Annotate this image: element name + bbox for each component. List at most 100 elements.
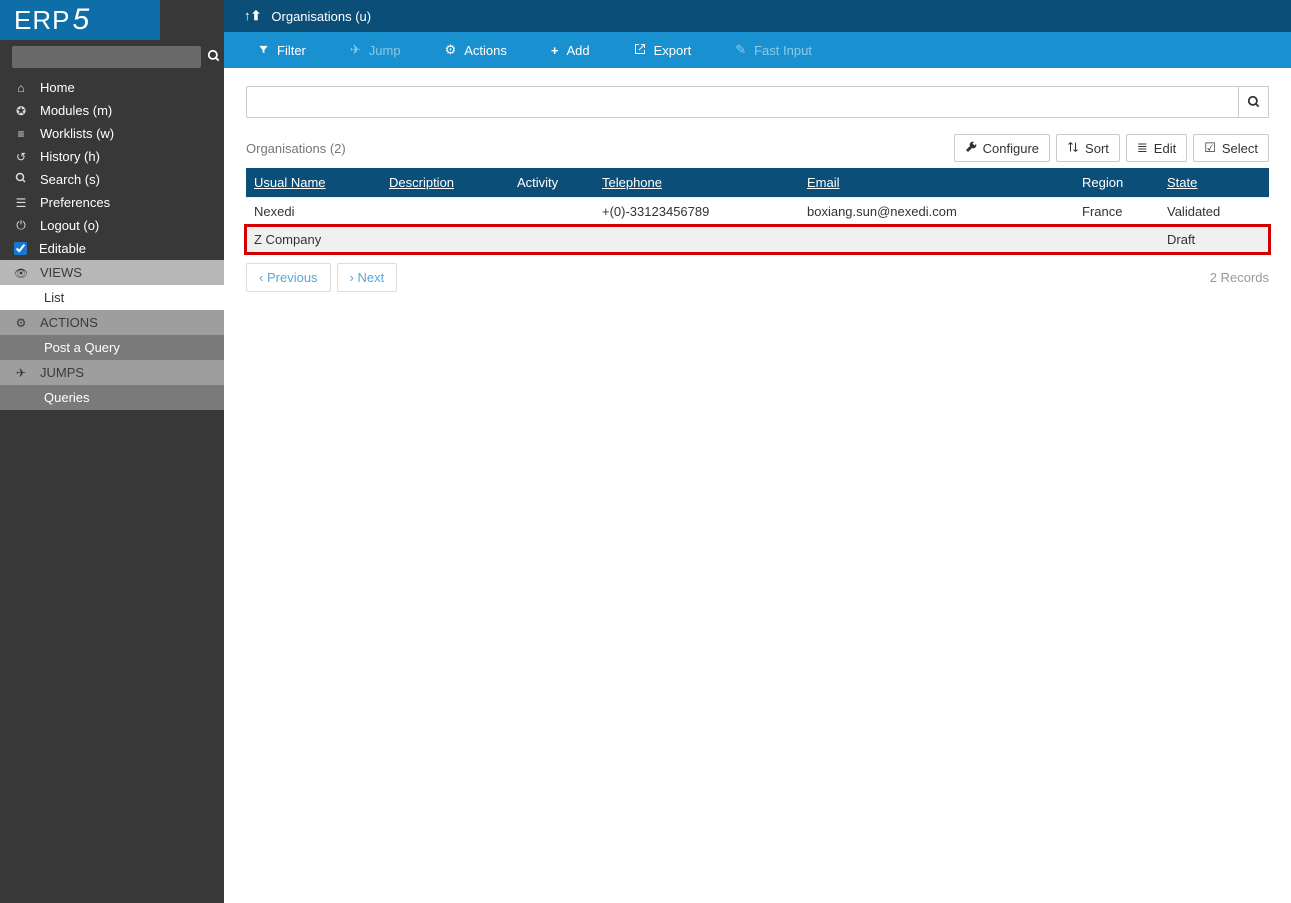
sidebar-item-modules[interactable]: Modules (m) [0, 99, 224, 122]
btn-label: Sort [1085, 141, 1109, 156]
toolbar-add[interactable]: +Add [529, 32, 612, 68]
cell-usual-name: Nexedi [246, 198, 381, 226]
table-row[interactable]: Nexedi +(0)-33123456789 boxiang.sun@nexe… [246, 198, 1269, 226]
chevron-left-icon [259, 270, 263, 285]
pager: Previous Next [246, 263, 397, 292]
logo-text: ERP [14, 5, 70, 36]
sidebar-item-search[interactable]: Search (s) [0, 168, 224, 191]
col-label: Activity [517, 175, 558, 190]
sidebar-item-home[interactable]: Home [0, 76, 224, 99]
logo[interactable]: ERP5 [0, 0, 160, 40]
list-header-row: Organisations (2) Configure Sort Edit Se… [246, 134, 1269, 162]
plus-icon: + [551, 43, 559, 58]
next-button[interactable]: Next [337, 263, 398, 292]
main-search-row [246, 86, 1269, 118]
cell-activity [509, 198, 594, 226]
list-actions: Configure Sort Edit Select [954, 134, 1269, 162]
sidebar-search-input[interactable] [12, 46, 201, 68]
col-label: Usual Name [254, 175, 326, 190]
actions-item-post-query[interactable]: Post a Query [0, 335, 224, 360]
sidebar-item-label: Modules (m) [40, 103, 112, 118]
col-telephone[interactable]: Telephone [594, 168, 799, 198]
sidebar-item-label: Logout (o) [40, 218, 99, 233]
export-icon [634, 43, 646, 58]
plane-icon [350, 42, 361, 58]
sort-icon [1067, 141, 1079, 156]
section-views-header[interactable]: VIEWS [0, 260, 224, 285]
wrench-icon [965, 141, 977, 156]
select-button[interactable]: Select [1193, 134, 1269, 162]
edit-list-icon [1137, 140, 1148, 156]
search-icon [14, 172, 28, 187]
col-state[interactable]: State [1159, 168, 1269, 198]
toolbar-filter[interactable]: Filter [236, 32, 328, 68]
tool-label: Filter [277, 43, 306, 58]
sort-button[interactable]: Sort [1056, 134, 1120, 162]
cogs-icon [445, 42, 457, 58]
logo-suffix: 5 [72, 3, 90, 37]
cell-activity [509, 226, 594, 254]
toolbar-actions[interactable]: Actions [423, 32, 529, 68]
eye-icon [14, 266, 28, 280]
sidebar-item-history[interactable]: History (h) [0, 145, 224, 168]
cell-state: Validated [1159, 198, 1269, 226]
tool-label: Fast Input [754, 43, 812, 58]
col-region: Region [1074, 168, 1159, 198]
col-description[interactable]: Description [381, 168, 509, 198]
views-item-list[interactable]: List [0, 285, 224, 310]
jumps-item-queries[interactable]: Queries [0, 385, 224, 410]
plane-icon [14, 366, 28, 380]
main-search-button[interactable] [1239, 86, 1269, 118]
main-search-input[interactable] [246, 86, 1239, 118]
list-title: Organisations (2) [246, 141, 346, 156]
section-label: ACTIONS [40, 315, 98, 330]
sidebar-item-label: Home [40, 80, 75, 95]
sidebar-item-preferences[interactable]: Preferences [0, 191, 224, 214]
cell-usual-name: Z Company [246, 226, 381, 254]
toolbar: Filter Jump Actions +Add Export Fast Inp… [224, 32, 1291, 68]
power-icon [14, 218, 28, 233]
puzzle-icon [14, 104, 28, 118]
edit-button[interactable]: Edit [1126, 134, 1187, 162]
main: ⬆ Organisations (u) Filter Jump Actions … [224, 0, 1291, 903]
breadcrumb[interactable]: ⬆ Organisations (u) [224, 0, 1291, 32]
home-icon [14, 81, 28, 95]
toolbar-jump: Jump [328, 32, 423, 68]
sidebar-item-worklists[interactable]: Worklists (w) [0, 122, 224, 145]
sidebar-item-label: Worklists (w) [40, 126, 114, 141]
tool-label: Export [654, 43, 692, 58]
btn-label: Configure [983, 141, 1039, 156]
table-row[interactable]: Z Company Draft [246, 226, 1269, 254]
cell-description [381, 226, 509, 254]
col-label: Description [389, 175, 454, 190]
cell-telephone [594, 226, 799, 254]
btn-label: Next [358, 270, 385, 285]
previous-button[interactable]: Previous [246, 263, 331, 292]
col-activity: Activity [509, 168, 594, 198]
editable-checkbox[interactable] [14, 242, 27, 255]
cell-email: boxiang.sun@nexedi.com [799, 198, 1074, 226]
chevron-right-icon [350, 270, 354, 285]
section-actions-header[interactable]: ACTIONS [0, 310, 224, 335]
col-label: Region [1082, 175, 1123, 190]
search-icon[interactable] [207, 49, 221, 66]
col-email[interactable]: Email [799, 168, 1074, 198]
cell-telephone: +(0)-33123456789 [594, 198, 799, 226]
list-icon [14, 127, 28, 141]
col-label: Telephone [602, 175, 662, 190]
cell-region [1074, 226, 1159, 254]
search-icon [1247, 95, 1261, 109]
toolbar-export[interactable]: Export [612, 32, 714, 68]
sidebar-item-editable[interactable]: Editable [0, 237, 224, 260]
sidebar-search-row [0, 46, 224, 76]
toolbar-fast-input: Fast Input [713, 32, 834, 68]
col-usual-name[interactable]: Usual Name [246, 168, 381, 198]
col-label: Email [807, 175, 840, 190]
section-jumps-header[interactable]: JUMPS [0, 360, 224, 385]
sidebar-item-label: Preferences [40, 195, 110, 210]
cell-region: France [1074, 198, 1159, 226]
sidebar-item-label: Search (s) [40, 172, 100, 187]
configure-button[interactable]: Configure [954, 134, 1050, 162]
btn-label: Previous [267, 270, 318, 285]
sidebar-item-logout[interactable]: Logout (o) [0, 214, 224, 237]
